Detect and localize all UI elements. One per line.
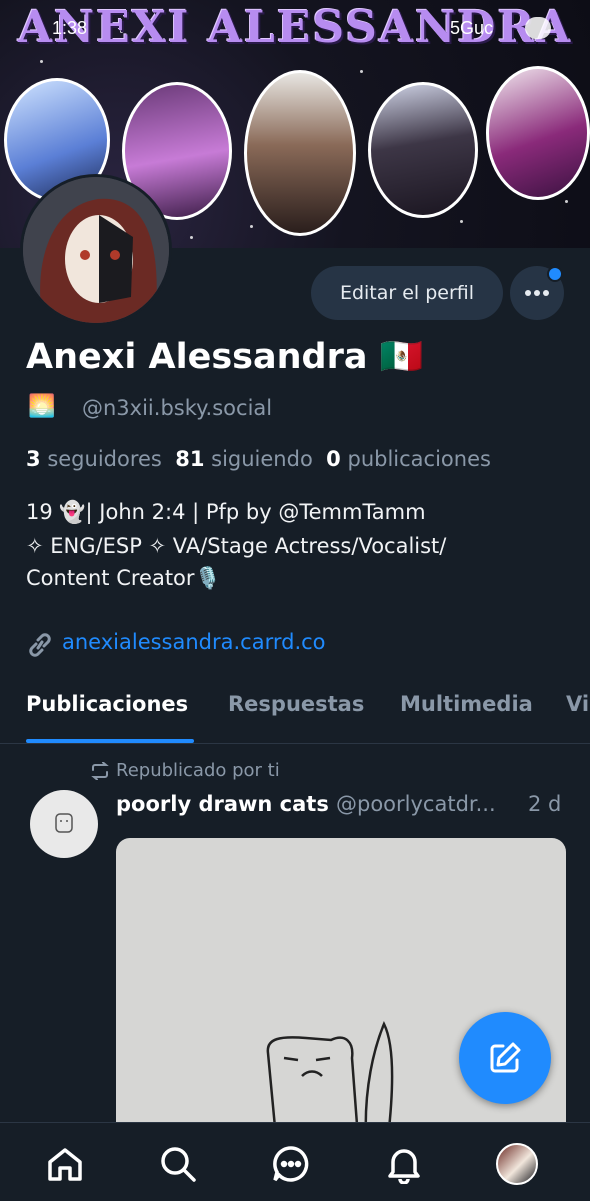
battery-icon xyxy=(525,17,551,39)
profile-avatar[interactable] xyxy=(20,174,172,326)
post-author-name[interactable]: poorly drawn cats xyxy=(116,792,329,816)
status-network: 5Guc xyxy=(450,18,494,38)
bio-line-2: ✧ ENG/ESP ✧ VA/Stage Actress/Vocalist/ xyxy=(26,534,447,558)
link-icon xyxy=(26,632,54,662)
profile-link[interactable]: anexialessandra.carrd.co xyxy=(62,630,326,654)
status-time: 1:38 xyxy=(52,18,88,38)
profile-stats: 3 seguidores 81 siguiendo 0 publicacione… xyxy=(26,447,491,471)
compose-button[interactable] xyxy=(459,1012,551,1104)
nav-search[interactable] xyxy=(156,1142,200,1186)
profile-handle: @n3xii.bsky.social xyxy=(82,396,273,420)
tab-respuestas[interactable]: Respuestas xyxy=(228,692,364,716)
profile-avatar xyxy=(496,1143,538,1185)
repost-icon xyxy=(90,761,110,784)
followers-stat[interactable]: 3 seguidores xyxy=(26,447,162,471)
bio-line-1: 19 👻| John 2:4 | Pfp by @TemmTamm xyxy=(26,500,426,524)
banner-character-3 xyxy=(368,82,478,218)
nav-home[interactable] xyxy=(43,1142,87,1186)
post-author-avatar[interactable] xyxy=(30,790,98,858)
banner-character-4 xyxy=(486,66,590,200)
chat-icon xyxy=(273,1146,309,1182)
tab-videos[interactable]: Vi xyxy=(566,692,589,716)
nav-notifications[interactable] xyxy=(382,1142,426,1186)
edit-profile-button[interactable]: Editar el perfil xyxy=(311,266,503,320)
posts-stat: 0 publicaciones xyxy=(326,447,491,471)
search-icon xyxy=(161,1147,196,1182)
notification-dot xyxy=(547,266,563,282)
compose-icon xyxy=(490,1042,521,1073)
tabs-divider xyxy=(0,743,590,744)
sunrise-emoji: 🌅 xyxy=(28,394,56,419)
nav-messages[interactable] xyxy=(269,1142,313,1186)
tab-multimedia[interactable]: Multimedia xyxy=(400,692,533,716)
following-stat[interactable]: 81 siguiendo xyxy=(175,447,313,471)
banner-title: ANEXI ALESSANDRA xyxy=(17,2,573,53)
nav-profile[interactable] xyxy=(495,1142,539,1186)
bell-icon xyxy=(388,1149,420,1184)
home-icon xyxy=(48,1148,82,1181)
banner-photo xyxy=(244,70,356,236)
bio-line-3: Content Creator🎙️ xyxy=(26,566,221,590)
post-timestamp: 2 d xyxy=(528,792,562,816)
tab-publicaciones[interactable]: Publicaciones xyxy=(26,692,188,716)
more-icon xyxy=(525,290,549,296)
repost-label: Republicado por ti xyxy=(116,760,280,781)
post-author-handle[interactable]: @poorlycatdr... xyxy=(336,792,496,816)
display-name: Anexi Alessandra 🇲🇽 xyxy=(26,337,424,377)
